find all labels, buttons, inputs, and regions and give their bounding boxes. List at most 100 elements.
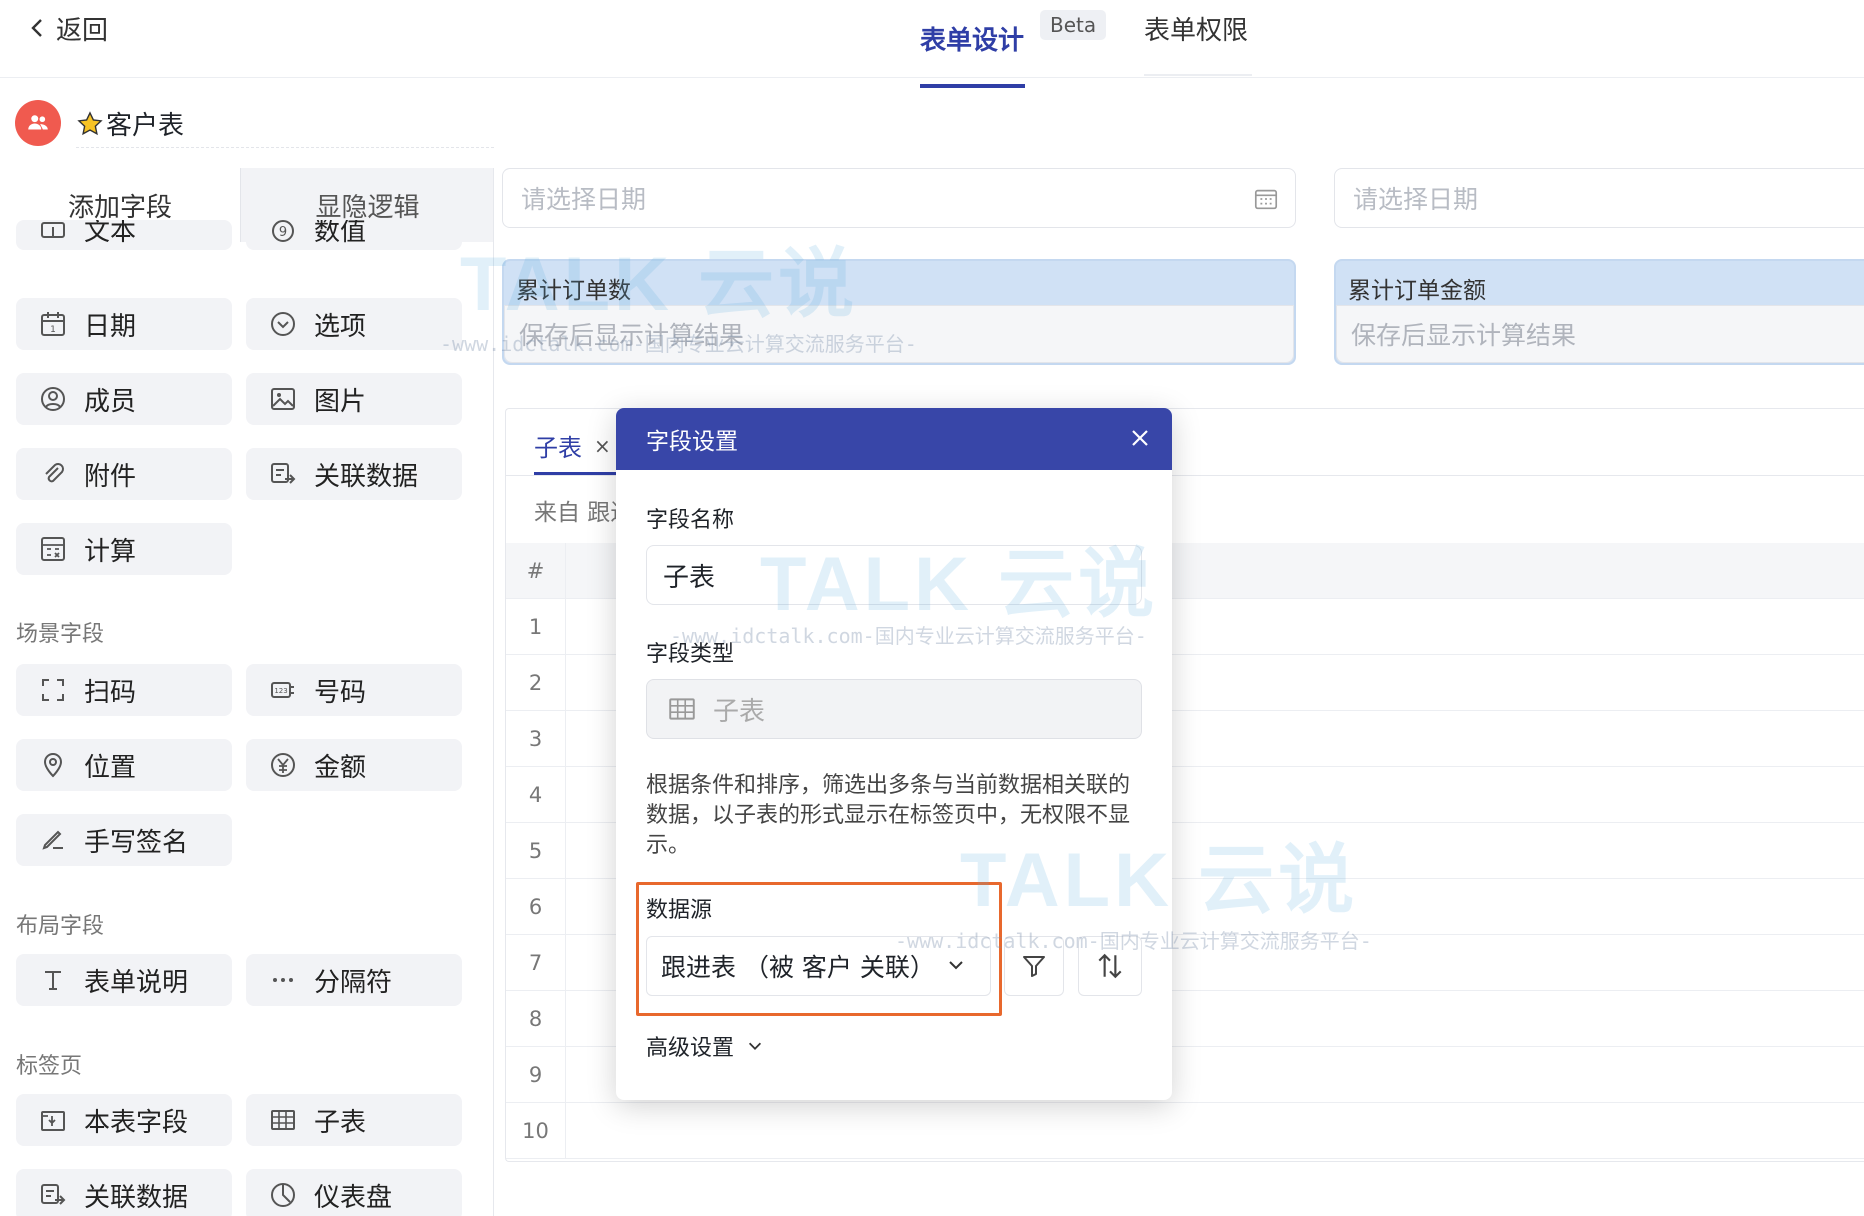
date-input-1[interactable]: 请选择日期 [502, 168, 1296, 228]
field-label: 计算 [84, 536, 137, 567]
field-button-text[interactable]: 文本 [16, 220, 232, 250]
field-button-location[interactable]: 位置 [16, 739, 232, 791]
field-button-calculate[interactable]: 计算 [16, 523, 232, 575]
field-name-label: 字段名称 [646, 508, 735, 533]
field-button-number[interactable]: 9 数值 [246, 220, 462, 250]
tab-form-permission[interactable]: 表单权限 [1144, 0, 1248, 78]
field-label: 本表字段 [84, 1107, 189, 1138]
location-icon [38, 750, 68, 780]
field-label: 扫码 [84, 677, 137, 708]
calc-field-order-count[interactable]: 累计订单数 保存后显示计算结果 [502, 259, 1296, 365]
table-icon [268, 1105, 298, 1135]
field-name-input[interactable]: 子表 [646, 545, 1142, 605]
field-button-date[interactable]: 1 日期 [16, 298, 232, 350]
date-input-2[interactable]: 请选择日期 [1334, 168, 1864, 228]
field-label: 仪表盘 [314, 1182, 393, 1213]
row-number: 9 [506, 1047, 566, 1103]
svg-text:123: 123 [274, 687, 287, 695]
field-label: 数值 [314, 220, 367, 247]
date-placeholder: 请选择日期 [521, 185, 647, 214]
field-label: 选项 [314, 311, 367, 342]
form-title-field[interactable]: 客户表 [76, 100, 494, 148]
back-button[interactable]: 返回 [28, 8, 108, 48]
field-button-image[interactable]: 图片 [246, 373, 462, 425]
field-button-link-data-tab[interactable]: 关联数据 [16, 1169, 232, 1216]
star-icon [77, 110, 103, 135]
calc-field-order-amount[interactable]: 累计订单金额 保存后显示计算结果 [1334, 259, 1864, 365]
beta-badge: Beta [1040, 10, 1107, 40]
field-button-dashboard[interactable]: 仪表盘 [246, 1169, 462, 1216]
advanced-settings-label: 高级设置 [646, 1036, 735, 1061]
form-header: 客户表 [0, 78, 496, 168]
subtable-tab[interactable]: 子表 × [534, 419, 617, 475]
option-icon [268, 309, 298, 339]
field-button-subtable[interactable]: 子表 [246, 1094, 462, 1146]
field-label: 附件 [84, 461, 137, 492]
datasource-value: 跟进表 （被 客户 关联） [661, 953, 935, 982]
field-type-value: 子表 [713, 696, 766, 727]
field-button-option[interactable]: 选项 [246, 298, 462, 350]
datasource-label: 数据源 [646, 898, 713, 923]
calendar-icon: 1 [38, 309, 68, 339]
table-row: 10 [506, 1103, 1864, 1159]
paperclip-icon [38, 459, 68, 489]
text-t-icon [38, 965, 68, 995]
link-data-icon [38, 1180, 68, 1210]
section-layout-fields: 布局字段 [16, 914, 105, 939]
yen-icon [268, 750, 298, 780]
section-scene-fields: 场景字段 [16, 622, 105, 647]
field-button-phone-number[interactable]: 123 号码 [246, 664, 462, 716]
datasource-select[interactable]: 跟进表 （被 客户 关联） [646, 936, 991, 996]
subtable-tab-label: 子表 [534, 434, 582, 462]
number-icon: 9 [268, 220, 298, 248]
calc-field-label: 累计订单金额 [1348, 278, 1486, 304]
form-field-icon [38, 1105, 68, 1135]
field-label: 位置 [84, 752, 137, 783]
chevron-down-icon [748, 1042, 762, 1050]
svg-text:1: 1 [50, 325, 56, 335]
field-label: 号码 [314, 677, 367, 708]
calculator-icon [38, 534, 68, 564]
calc-field-value: 保存后显示计算结果 [504, 305, 1294, 363]
users-icon[interactable] [15, 100, 61, 146]
tab-form-design[interactable]: 表单设计 [920, 0, 1025, 88]
active-tab-indicator [920, 84, 1025, 88]
field-button-attachment[interactable]: 附件 [16, 448, 232, 500]
date-placeholder: 请选择日期 [1353, 185, 1479, 214]
row-number: 8 [506, 991, 566, 1047]
field-label: 日期 [84, 311, 137, 342]
field-button-signature[interactable]: 手写签名 [16, 814, 232, 866]
field-button-form-description[interactable]: 表单说明 [16, 954, 232, 1006]
field-button-link-data[interactable]: 关联数据 [246, 448, 462, 500]
dashboard-icon [268, 1180, 298, 1210]
text-icon [38, 220, 68, 248]
field-description: 根据条件和排序，筛选出多条与当前数据相关联的数据，以子表的形式显示在标签页中，无… [646, 773, 1131, 858]
field-label: 分隔符 [314, 967, 393, 998]
back-label: 返回 [56, 15, 109, 46]
close-icon[interactable] [1124, 422, 1156, 454]
advanced-settings-toggle[interactable]: 高级设置 [646, 1030, 764, 1062]
tab-form-design-label: 表单设计 [920, 26, 1025, 56]
field-button-scan[interactable]: 扫码 [16, 664, 232, 716]
form-title: 客户表 [106, 111, 185, 141]
field-button-this-form-field[interactable]: 本表字段 [16, 1094, 232, 1146]
image-icon [268, 384, 298, 414]
number-badge-icon: 123 [268, 675, 298, 705]
field-button-amount[interactable]: 金额 [246, 739, 462, 791]
field-label: 表单说明 [84, 967, 189, 998]
field-panel: 添加字段 显隐逻辑 文本 9 数值 1 日期 选项 成员 图片 附件 关联数据 … [0, 168, 494, 1216]
dialog-title: 字段设置 [646, 429, 738, 455]
table-icon [669, 698, 695, 720]
close-icon[interactable]: × [594, 434, 611, 458]
sort-button[interactable] [1078, 936, 1142, 996]
field-type-label: 字段类型 [646, 642, 735, 667]
row-number: 5 [506, 823, 566, 879]
field-button-divider[interactable]: 分隔符 [246, 954, 462, 1006]
chevron-left-icon [31, 19, 42, 37]
dialog-header: 字段设置 [616, 408, 1172, 470]
row-number: 2 [506, 655, 566, 711]
table-header-hash: # [506, 543, 566, 599]
filter-button[interactable] [1004, 936, 1064, 996]
filter-icon [1023, 956, 1045, 977]
field-button-member[interactable]: 成员 [16, 373, 232, 425]
